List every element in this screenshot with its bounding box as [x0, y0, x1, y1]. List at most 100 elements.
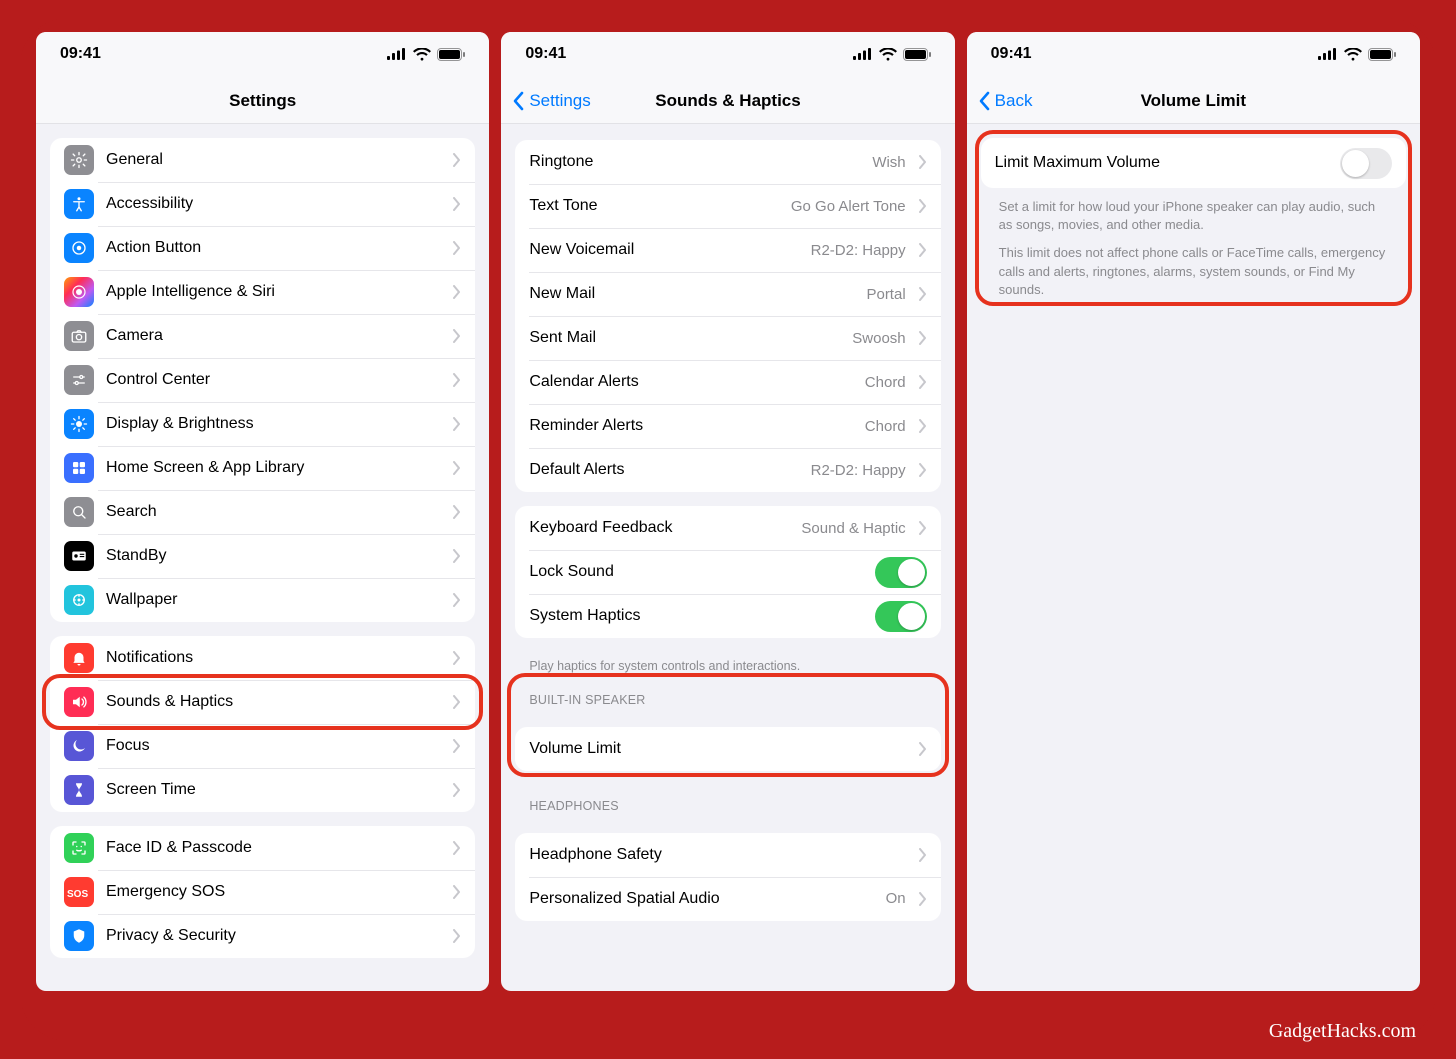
- row-action-button[interactable]: Action Button: [50, 226, 475, 270]
- chevron-right-icon: [918, 848, 927, 862]
- chevron-right-icon: [452, 651, 461, 665]
- accessibility-icon: [64, 189, 94, 219]
- privacy-icon: [64, 921, 94, 951]
- chevron-left-icon: [511, 91, 527, 111]
- row-label: Lock Sound: [529, 563, 862, 581]
- row-system-haptics[interactable]: System Haptics: [515, 594, 940, 638]
- row-new-voicemail[interactable]: New VoicemailR2-D2: Happy: [515, 228, 940, 272]
- row-general[interactable]: General: [50, 138, 475, 182]
- back-button[interactable]: Settings: [511, 78, 590, 123]
- row-calendar-alerts[interactable]: Calendar AlertsChord: [515, 360, 940, 404]
- chevron-right-icon: [918, 892, 927, 906]
- row-display-brightness[interactable]: Display & Brightness: [50, 402, 475, 446]
- back-button[interactable]: Back: [977, 78, 1033, 123]
- toggle-lock-sound[interactable]: [875, 557, 927, 588]
- chevron-right-icon: [452, 841, 461, 855]
- svg-text:SOS: SOS: [67, 889, 88, 900]
- status-indicators: [387, 48, 465, 61]
- chevron-right-icon: [452, 695, 461, 709]
- row-text-tone[interactable]: Text ToneGo Go Alert Tone: [515, 184, 940, 228]
- row-label: Reminder Alerts: [529, 417, 852, 435]
- row-new-mail[interactable]: New MailPortal: [515, 272, 940, 316]
- row-sent-mail[interactable]: Sent MailSwoosh: [515, 316, 940, 360]
- control-icon: [64, 365, 94, 395]
- section-header-headphones: HEADPHONES: [501, 785, 954, 819]
- chevron-right-icon: [452, 417, 461, 431]
- row-focus[interactable]: Focus: [50, 724, 475, 768]
- row-keyboard-feedback[interactable]: Keyboard Feedback Sound & Haptic: [515, 506, 940, 550]
- moon-icon: [64, 731, 94, 761]
- chevron-right-icon: [452, 885, 461, 899]
- chevron-right-icon: [452, 373, 461, 387]
- row-detail: Wish: [872, 154, 905, 171]
- chevron-right-icon: [452, 241, 461, 255]
- settings-group: Face ID & Passcode SOSEmergency SOSPrivac…: [50, 826, 475, 958]
- row-label: Headphone Safety: [529, 846, 905, 864]
- row-detail: Portal: [866, 286, 905, 303]
- status-bar: 09:41: [967, 32, 1420, 78]
- row-volume-limit[interactable]: Volume Limit: [515, 727, 940, 771]
- screenshot-volume-limit: 09:41 Back Volume Limit Limit Maximum Vo…: [967, 32, 1420, 991]
- row-reminder-alerts[interactable]: Reminder Alerts Chord: [515, 404, 940, 448]
- toggle-limit-maximum-volume[interactable]: [1340, 148, 1392, 179]
- chevron-right-icon: [918, 199, 927, 213]
- row-wallpaper[interactable]: Wallpaper: [50, 578, 475, 622]
- wifi-icon: [1344, 48, 1362, 61]
- row-label: Sent Mail: [529, 329, 840, 347]
- row-ringtone[interactable]: RingtoneWish: [515, 140, 940, 184]
- chevron-right-icon: [452, 285, 461, 299]
- siri-icon: [64, 277, 94, 307]
- row-label: Accessibility: [106, 195, 440, 213]
- row-label: New Voicemail: [529, 241, 798, 259]
- row-headphone-safety[interactable]: Headphone Safety: [515, 833, 940, 877]
- row-emergency-sos[interactable]: SOSEmergency SOS: [50, 870, 475, 914]
- page-title: Sounds & Haptics: [655, 91, 800, 111]
- row-search[interactable]: Search: [50, 490, 475, 534]
- row-sounds-haptics[interactable]: Sounds & Haptics: [50, 680, 475, 724]
- row-control-center[interactable]: Control Center: [50, 358, 475, 402]
- row-default-alerts[interactable]: Default Alerts R2-D2: Happy: [515, 448, 940, 492]
- chevron-right-icon: [918, 243, 927, 257]
- row-face-id-passcode[interactable]: Face ID & Passcode: [50, 826, 475, 870]
- status-indicators: [853, 48, 931, 61]
- chevron-right-icon: [452, 929, 461, 943]
- footer-text-2: This limit does not affect phone calls o…: [981, 234, 1406, 299]
- row-label: Home Screen & App Library: [106, 459, 440, 477]
- standby-icon: [64, 541, 94, 571]
- row-label: Default Alerts: [529, 461, 798, 479]
- row-home-screen-app-library[interactable]: Home Screen & App Library: [50, 446, 475, 490]
- row-camera[interactable]: Camera: [50, 314, 475, 358]
- row-standby[interactable]: StandBy: [50, 534, 475, 578]
- chevron-right-icon: [918, 331, 927, 345]
- row-notifications[interactable]: Notifications: [50, 636, 475, 680]
- row-lock-sound[interactable]: Lock Sound: [515, 550, 940, 594]
- page-title: Volume Limit: [1141, 91, 1246, 111]
- row-label: Keyboard Feedback: [529, 519, 789, 537]
- row-privacy-security[interactable]: Privacy & Security: [50, 914, 475, 958]
- row-detail: R2-D2: Happy: [811, 462, 906, 479]
- row-limit-maximum-volume[interactable]: Limit Maximum Volume: [981, 138, 1406, 188]
- row-personalized-spatial-audio[interactable]: Personalized Spatial AudioOn: [515, 877, 940, 921]
- camera-icon: [64, 321, 94, 351]
- row-label: Search: [106, 503, 440, 521]
- chevron-right-icon: [452, 549, 461, 563]
- screenshot-settings: 09:41 Settings GeneralAccessibilityActio…: [36, 32, 489, 991]
- row-detail: Chord: [865, 418, 906, 435]
- sounds-list: RingtoneWishText ToneGo Go Alert ToneNew…: [501, 124, 954, 991]
- row-label: Face ID & Passcode: [106, 839, 440, 857]
- brightness-icon: [64, 409, 94, 439]
- sound-icon: [64, 687, 94, 717]
- section-footer: Play haptics for system controls and int…: [501, 652, 954, 679]
- status-time: 09:41: [525, 45, 566, 63]
- cellular-icon: [387, 48, 407, 60]
- row-accessibility[interactable]: Accessibility: [50, 182, 475, 226]
- sos-icon: SOS: [64, 877, 94, 907]
- toggle-system-haptics[interactable]: [875, 601, 927, 632]
- chevron-right-icon: [452, 739, 461, 753]
- feedback-group: Keyboard Feedback Sound & Haptic Lock Soun…: [515, 506, 940, 638]
- row-detail: Sound & Haptic: [801, 520, 905, 537]
- row-label: Action Button: [106, 239, 440, 257]
- row-apple-intelligence-siri[interactable]: Apple Intelligence & Siri: [50, 270, 475, 314]
- row-screen-time[interactable]: Screen Time: [50, 768, 475, 812]
- sounds-group: RingtoneWishText ToneGo Go Alert ToneNew…: [515, 140, 940, 492]
